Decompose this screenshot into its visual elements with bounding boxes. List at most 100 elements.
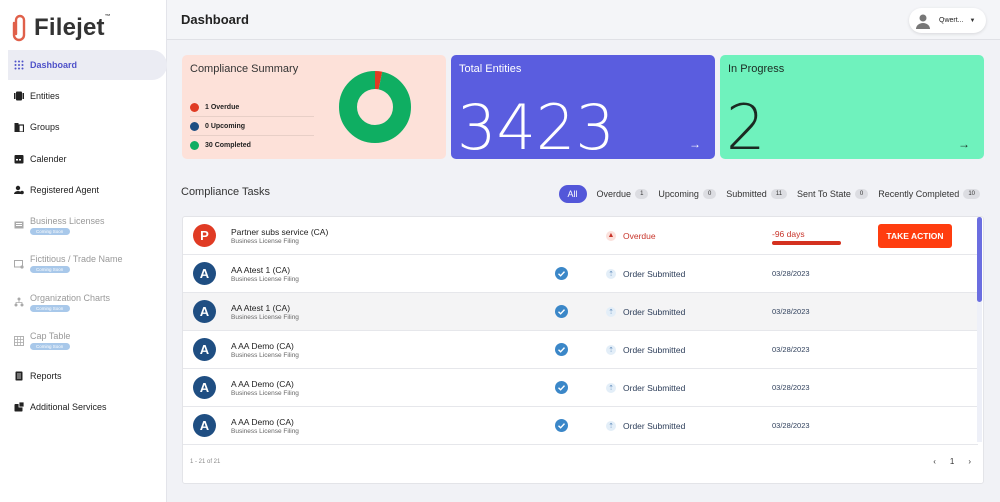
tab-count: 10 (963, 189, 980, 199)
tab-count: 0 (854, 189, 869, 199)
next-page-button[interactable]: › (968, 457, 971, 466)
avatar: P (193, 224, 216, 247)
sidebar-item-registered-agent[interactable]: Registered Agent (0, 175, 166, 207)
in-progress-value: 2 (726, 91, 766, 164)
task-date: 03/28/2023 (772, 421, 810, 430)
pagination: ‹ 1 › (919, 457, 971, 466)
task-type: Business License Filing (231, 238, 299, 245)
task-date: 03/28/2023 (772, 383, 810, 392)
check-circle-icon (555, 267, 568, 280)
tab-submitted[interactable]: Submitted 11 (726, 189, 788, 199)
tab-count: 11 (770, 189, 788, 199)
avatar: A (193, 300, 216, 323)
sidebar: Filejet™ Dashboard Entities Groups Calen… (0, 0, 167, 502)
sidebar-item-organization-charts[interactable]: Organization Charts Coming Soon (0, 283, 166, 322)
tab-all[interactable]: All (558, 185, 587, 203)
check-circle-icon (555, 381, 568, 394)
task-status: ▲ Overdue (606, 230, 656, 241)
table-row[interactable]: A A AA Demo (CA) Business License Filing… (183, 407, 978, 445)
task-name: A AA Demo (CA) (231, 417, 294, 427)
task-name: A AA Demo (CA) (231, 379, 294, 389)
task-date: 03/28/2023 (772, 307, 810, 316)
entities-icon (14, 91, 24, 101)
table-row[interactable]: P Partner subs service (CA) Business Lic… (183, 217, 978, 255)
legend-upcoming: 0 Upcoming (190, 117, 314, 136)
completed-dot-icon (190, 141, 199, 150)
upcoming-dot-icon (190, 121, 199, 131)
pagination-info: 1 - 21 of 21 (190, 459, 221, 465)
sidebar-item-label: Organization Charts (30, 292, 111, 303)
table-row[interactable]: A AA Atest 1 (CA) Business License Filin… (183, 293, 978, 331)
tab-upcoming[interactable]: Upcoming 0 (658, 189, 717, 199)
page-number[interactable]: 1 (950, 457, 954, 466)
summary-legend: 1 Overdue 0 Upcoming 30 Completed (190, 98, 314, 155)
scroll-thumb[interactable] (977, 217, 982, 302)
sidebar-item-dashboard[interactable]: Dashboard (8, 50, 167, 80)
sidebar-item-label: Groups (30, 122, 60, 133)
task-name: AA Atest 1 (CA) (231, 303, 291, 313)
table-row[interactable]: A A AA Demo (CA) Business License Filing… (183, 331, 978, 369)
sidebar-item-label: Registered Agent (30, 185, 100, 196)
upload-icon: ⇡ (606, 382, 616, 393)
sidebar-item-reports[interactable]: Reports (0, 360, 166, 392)
warning-icon: ▲ (606, 230, 616, 241)
license-icon (14, 221, 24, 229)
sidebar-item-calender[interactable]: Calender (0, 143, 166, 175)
avatar: A (193, 338, 216, 361)
in-progress-card[interactable]: In Progress 2 → (720, 55, 984, 159)
take-action-button[interactable]: TAKE ACTION (878, 224, 952, 248)
arrow-right-icon[interactable]: → (689, 137, 701, 151)
legend-completed: 30 Completed (190, 136, 314, 155)
compliance-donut-chart (339, 71, 411, 143)
avatar: A (193, 376, 216, 399)
task-name: Partner subs service (CA) (231, 227, 329, 237)
task-status: ⇡ Order Submitted (606, 382, 685, 393)
grid-icon (14, 60, 24, 70)
services-icon (14, 402, 24, 412)
sidebar-item-cap-table[interactable]: Cap Table Coming Soon (0, 322, 166, 361)
sidebar-item-label: Calender (30, 153, 67, 164)
upload-icon: ⇡ (606, 344, 616, 355)
sidebar-item-fictitious-trade-name[interactable]: Fictitious / Trade Name Coming Soon (0, 245, 166, 284)
total-entities-card[interactable]: Total Entities 3423 → (451, 55, 715, 159)
check-circle-icon (555, 343, 568, 356)
card-title: Compliance Summary (190, 63, 299, 75)
sidebar-item-label: Fictitious / Trade Name (30, 254, 123, 265)
upload-icon: ⇡ (606, 420, 616, 431)
sidebar-item-business-licenses[interactable]: Business Licenses Coming Soon (0, 206, 166, 245)
task-date: 03/28/2023 (772, 345, 810, 354)
overdue-bar (772, 241, 841, 245)
calendar-icon (14, 154, 24, 164)
groups-icon (14, 123, 24, 133)
sidebar-item-entities[interactable]: Entities (0, 80, 166, 112)
sidebar-item-additional-services[interactable]: Additional Services (0, 392, 166, 424)
task-type: Business License Filing (231, 314, 299, 321)
compliance-summary-card: Compliance Summary 1 Overdue 0 Upcoming … (182, 55, 446, 159)
table-row[interactable]: A A AA Demo (CA) Business License Filing… (183, 369, 978, 407)
arrow-right-icon[interactable]: → (958, 137, 970, 151)
app-name: Filejet™ (34, 14, 111, 41)
user-menu-button[interactable]: Qwert... ▼ (909, 8, 986, 33)
table-icon (14, 335, 24, 346)
prev-page-button[interactable]: ‹ (933, 457, 936, 466)
overdue-dot-icon (190, 102, 199, 112)
table-row[interactable]: A AA Atest 1 (CA) Business License Filin… (183, 255, 978, 293)
tab-recently-completed[interactable]: Recently Completed 10 (878, 189, 980, 199)
tab-overdue[interactable]: Overdue 1 (597, 189, 649, 199)
sidebar-item-label: Additional Services (30, 402, 107, 413)
check-circle-icon (555, 305, 568, 318)
task-type: Business License Filing (231, 428, 299, 435)
task-filter-tabs: All Overdue 1 Upcoming 0 Submitted 11 Sent … (549, 185, 980, 203)
task-type: Business License Filing (231, 390, 299, 397)
task-type: Business License Filing (231, 352, 299, 359)
legend-overdue: 1 Overdue (190, 98, 314, 117)
user-avatar-icon (916, 14, 930, 29)
tab-sent-to-state[interactable]: Sent To State 0 (797, 189, 869, 199)
logo[interactable]: Filejet™ (0, 0, 166, 48)
coming-soon-badge: Coming Soon (30, 266, 70, 274)
card-title: Total Entities (459, 63, 522, 75)
org-chart-icon (14, 297, 24, 307)
sidebar-item-groups[interactable]: Groups (0, 112, 166, 144)
table-scrollbar[interactable] (977, 217, 982, 442)
task-status: ⇡ Order Submitted (606, 344, 685, 355)
